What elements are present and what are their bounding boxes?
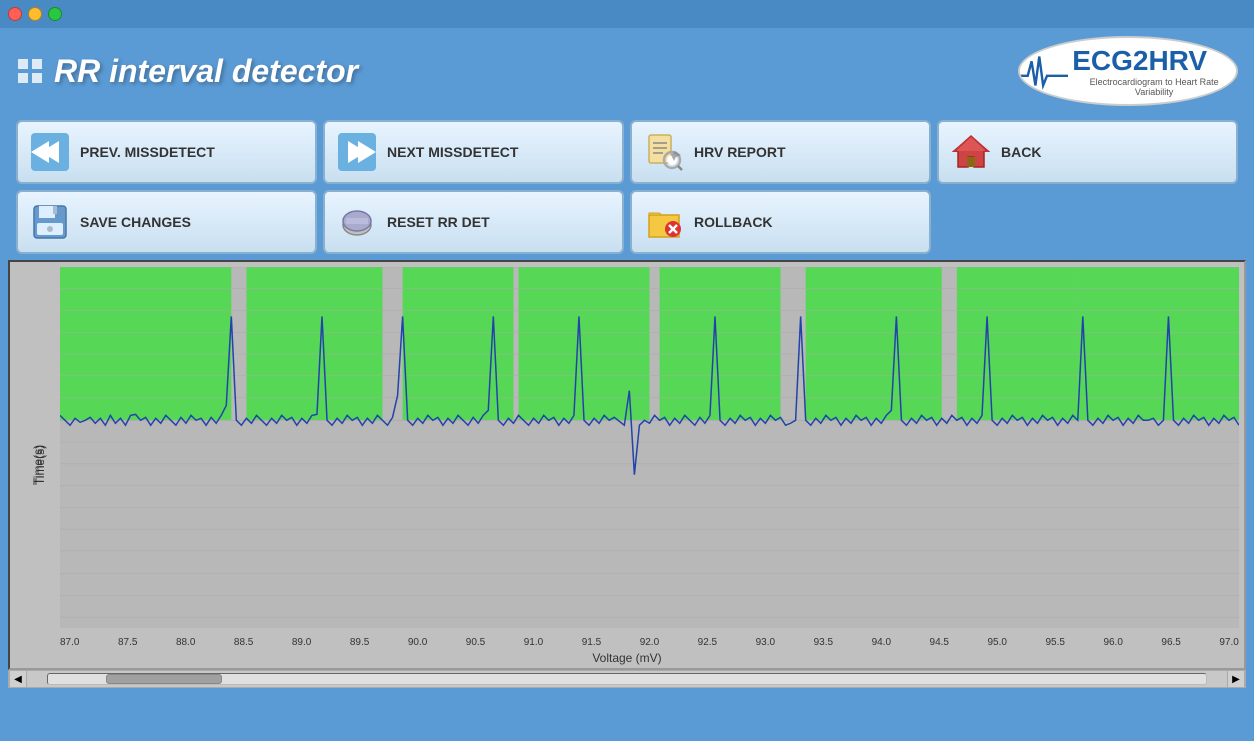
x-tick-2: 87.5 [118,637,137,648]
scrollbar-thumb[interactable] [106,674,222,684]
next-missdetect-button[interactable]: NEXT MISSDETECT [323,120,624,184]
back-icon [951,132,991,172]
logo-text: ECG2HRV [1072,45,1236,77]
x-tick-5: 89.0 [292,637,311,648]
x-tick-20: 96.5 [1161,637,1180,648]
save-changes-button[interactable]: SAVE CHANGES [16,190,317,254]
back-button[interactable]: BACK [937,120,1238,184]
title-bar [0,0,1254,28]
chart-svg[interactable]: 1.0 0.9 0.8 0.7 0.6 0.5 0.4 0.3 0.2 0.1 … [60,267,1239,628]
x-tick-12: 92.5 [698,637,717,648]
prev-missdetect-button[interactable]: PREV. MISSDETECT [16,120,317,184]
header: RR interval detector ECG2HRV Electrocard… [0,28,1254,114]
next-missdetect-icon [337,132,377,172]
chart-inner: Time(s) [10,262,1244,668]
grid-icon [16,57,44,85]
reset-rr-det-button[interactable]: RESET RR DET [323,190,624,254]
scrollbar-area[interactable]: ◀ ▶ [8,670,1246,688]
rollback-icon [644,202,684,242]
window-controls[interactable] [8,7,62,21]
x-axis-label: Voltage (mV) [592,651,661,665]
reset-rr-det-icon [337,202,377,242]
hrv-report-button[interactable]: HRV REPORT [630,120,931,184]
x-tick-3: 88.0 [176,637,195,648]
x-tick-7: 90.0 [408,637,427,648]
close-button[interactable] [8,7,22,21]
prev-missdetect-icon [30,132,70,172]
x-tick-14: 93.5 [814,637,833,648]
x-tick-21: 97.0 [1219,637,1238,648]
scroll-left-button[interactable]: ◀ [9,670,27,688]
x-tick-15: 94.0 [872,637,891,648]
x-tick-19: 96.0 [1103,637,1122,648]
chart-container: Time(s) [8,260,1246,670]
rollback-button[interactable]: ROLLBACK [630,190,931,254]
logo-area: ECG2HRV Electrocardiogram to Heart Rate … [1018,36,1238,106]
x-tick-17: 95.0 [988,637,1007,648]
scrollbar-track[interactable] [47,673,1207,685]
buttons-area: PREV. MISSDETECT NEXT MISSDETECT [0,114,1254,260]
x-tick-10: 91.5 [582,637,601,648]
x-tick-9: 91.0 [524,637,543,648]
logo-sub: Electrocardiogram to Heart Rate Variabil… [1072,77,1236,97]
save-changes-icon [30,202,70,242]
maximize-button[interactable] [48,7,62,21]
x-tick-4: 88.5 [234,637,253,648]
x-tick-6: 89.5 [350,637,369,648]
ecg-logo-waveform [1020,51,1068,91]
hrv-report-icon [644,132,684,172]
x-tick-13: 93.0 [756,637,775,648]
x-tick-18: 95.5 [1045,637,1064,648]
y-axis-label: Time(s) [31,445,45,485]
app-title: RR interval detector [16,53,358,90]
x-tick-11: 92.0 [640,637,659,648]
x-axis-ticks: 87.0 87.5 88.0 88.5 89.0 89.5 90.0 90.5 … [60,637,1239,648]
x-tick-16: 94.5 [930,637,949,648]
minimize-button[interactable] [28,7,42,21]
x-tick-8: 90.5 [466,637,485,648]
scroll-right-button[interactable]: ▶ [1227,670,1245,688]
x-tick-1: 87.0 [60,637,79,648]
